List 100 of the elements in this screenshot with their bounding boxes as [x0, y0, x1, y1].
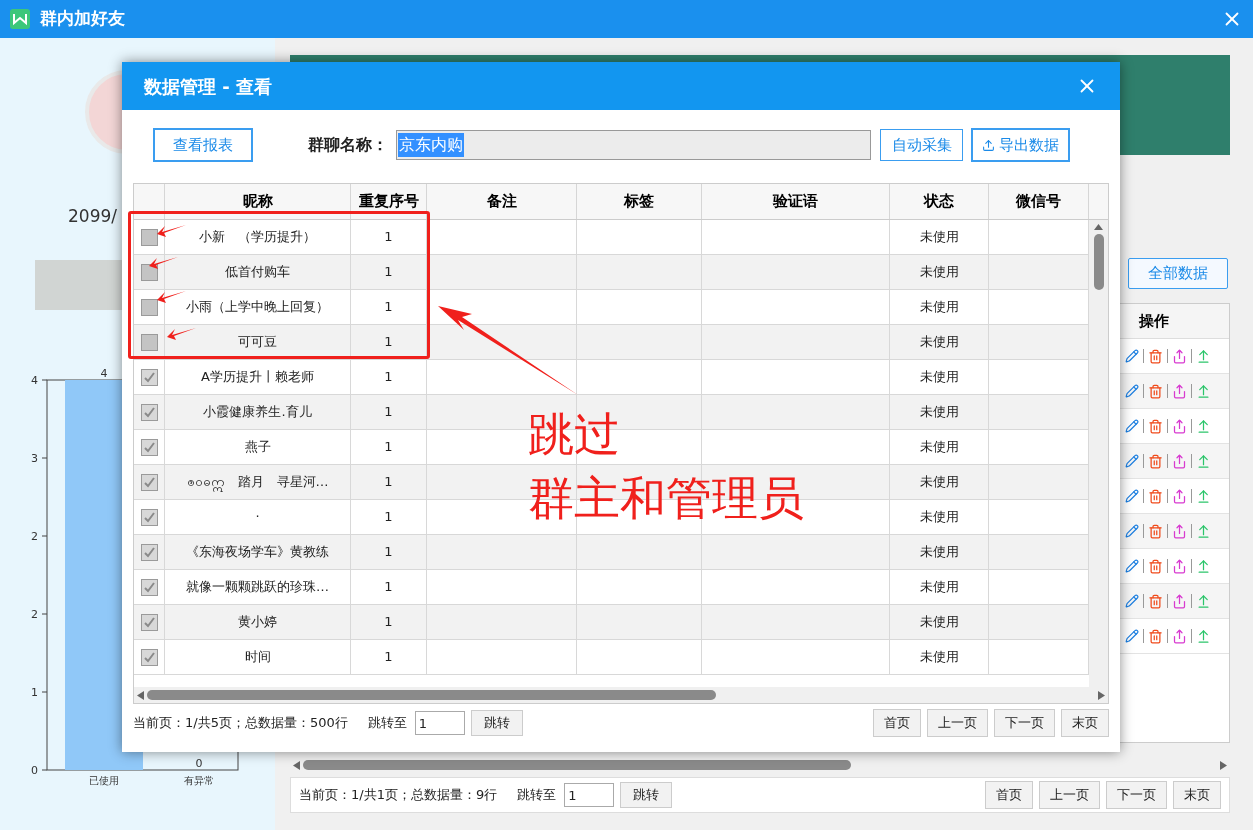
status-cell-text: 未使用	[919, 228, 959, 247]
status-cell-text: 未使用	[919, 438, 959, 457]
export-icon[interactable]	[1172, 628, 1187, 644]
delete-icon[interactable]	[1148, 453, 1163, 469]
all-data-button[interactable]: 全部数据	[1128, 258, 1228, 289]
number-cell-text: 1	[384, 543, 393, 562]
delete-icon[interactable]	[1148, 418, 1163, 434]
export-icon[interactable]	[1172, 348, 1187, 364]
page-button[interactable]: 下一页	[994, 709, 1055, 737]
app-logo-icon	[10, 9, 30, 29]
column-header: 重复序号	[358, 191, 419, 213]
page-button[interactable]: 上一页	[927, 709, 988, 737]
edit-icon[interactable]	[1125, 454, 1139, 468]
row-checkbox[interactable]	[140, 263, 158, 281]
nickname-cell-text: ·	[255, 508, 260, 527]
edit-icon[interactable]	[1125, 384, 1139, 398]
page-button[interactable]: 首页	[873, 709, 921, 737]
edit-icon[interactable]	[1125, 524, 1139, 538]
page-input[interactable]: 1	[414, 711, 465, 735]
group-name-value: 京东内购	[398, 133, 464, 157]
export-icon[interactable]	[1172, 558, 1187, 574]
page-button[interactable]: 上一页	[1039, 781, 1100, 809]
auto-collect-button[interactable]: 自动采集	[880, 129, 963, 161]
upload-icon[interactable]	[1196, 453, 1211, 469]
export-icon[interactable]	[1172, 488, 1187, 504]
row-checkbox[interactable]	[140, 648, 158, 666]
upload-icon[interactable]	[1196, 593, 1211, 609]
upload-icon[interactable]	[1196, 523, 1211, 539]
upload-icon[interactable]	[1196, 418, 1211, 434]
upload-icon[interactable]	[1196, 558, 1211, 574]
number-cell-text: 1	[384, 368, 393, 387]
edit-icon[interactable]	[1125, 629, 1139, 643]
delete-icon[interactable]	[1148, 383, 1163, 399]
data-label: 4	[100, 366, 108, 380]
upload-icon[interactable]	[1196, 628, 1211, 644]
export-icon[interactable]	[1172, 453, 1187, 469]
export-icon[interactable]	[1172, 523, 1187, 539]
page-info: 当前页：1/共1页；总数据量：9行	[299, 786, 498, 805]
edit-icon[interactable]	[1125, 559, 1139, 573]
scrollbar-thumb[interactable]	[303, 760, 852, 770]
page-button[interactable]: 下一页	[1106, 781, 1167, 809]
row-checkbox[interactable]	[140, 228, 158, 246]
delete-icon[interactable]	[1148, 488, 1163, 504]
status-cell-text: 未使用	[919, 543, 959, 562]
y-tick-label: 2	[31, 607, 38, 621]
row-checkbox[interactable]	[140, 613, 158, 631]
upload-icon[interactable]	[1196, 383, 1211, 399]
vertical-scrollbar[interactable]	[1089, 220, 1108, 687]
row-checkbox[interactable]	[140, 543, 158, 561]
row-checkbox[interactable]	[140, 368, 158, 386]
row-checkbox[interactable]	[140, 473, 158, 491]
report-button[interactable]: 查看报表	[153, 128, 253, 162]
row-checkbox[interactable]	[140, 508, 158, 526]
group-name-label: 群聊名称：	[308, 134, 388, 156]
row-checkbox[interactable]	[140, 403, 158, 421]
column-header: 操作	[1138, 310, 1170, 332]
delete-icon[interactable]	[1148, 348, 1163, 364]
delete-icon[interactable]	[1148, 628, 1163, 644]
scroll-up-icon[interactable]	[1094, 224, 1103, 230]
row-checkbox[interactable]	[140, 438, 158, 456]
delete-icon[interactable]	[1148, 558, 1163, 574]
horizontal-scrollbar[interactable]	[134, 687, 1108, 703]
export-icon[interactable]	[1172, 593, 1187, 609]
jump-button[interactable]: 跳转	[620, 782, 673, 808]
y-tick-label: 3	[31, 451, 38, 465]
scrollbar-thumb[interactable]	[147, 690, 716, 700]
delete-icon[interactable]	[1148, 593, 1163, 609]
edit-icon[interactable]	[1125, 349, 1139, 363]
page-input[interactable]: 1	[564, 783, 615, 807]
edit-icon[interactable]	[1125, 419, 1139, 433]
row-checkbox[interactable]	[140, 333, 158, 351]
jump-label: 跳转至	[517, 786, 557, 805]
scroll-left-icon[interactable]	[293, 760, 300, 770]
edit-icon[interactable]	[1125, 594, 1139, 608]
export-icon[interactable]	[1172, 418, 1187, 434]
export-data-button[interactable]: 导出数据	[971, 128, 1070, 162]
scroll-right-icon[interactable]	[1098, 690, 1105, 700]
number-cell-text: 1	[384, 298, 393, 317]
y-tick-label: 4	[31, 373, 38, 387]
upload-icon[interactable]	[1196, 488, 1211, 504]
page-button[interactable]: 末页	[1173, 781, 1221, 809]
row-checkbox[interactable]	[140, 578, 158, 596]
page-button[interactable]: 首页	[985, 781, 1033, 809]
status-cell-text: 未使用	[919, 368, 959, 387]
window-title: 群内加好友	[40, 7, 125, 31]
row-checkbox[interactable]	[140, 298, 158, 316]
scrollbar-thumb[interactable]	[1093, 234, 1104, 290]
export-icon[interactable]	[1172, 383, 1187, 399]
page-button[interactable]: 末页	[1061, 709, 1109, 737]
edit-icon[interactable]	[1125, 489, 1139, 503]
nickname-cell-text: 小新 （学历提升）	[199, 228, 316, 247]
nickname-cell-text: 就像一颗颗跳跃的珍珠…	[186, 578, 329, 597]
scroll-right-icon[interactable]	[1220, 760, 1227, 770]
jump-button[interactable]: 跳转	[470, 710, 523, 736]
data-label: 0	[195, 756, 203, 770]
scroll-left-icon[interactable]	[137, 690, 144, 700]
delete-icon[interactable]	[1148, 523, 1163, 539]
date-text: 2099/	[68, 205, 118, 228]
upload-icon[interactable]	[1196, 348, 1211, 364]
y-tick-label: 0	[31, 763, 38, 777]
